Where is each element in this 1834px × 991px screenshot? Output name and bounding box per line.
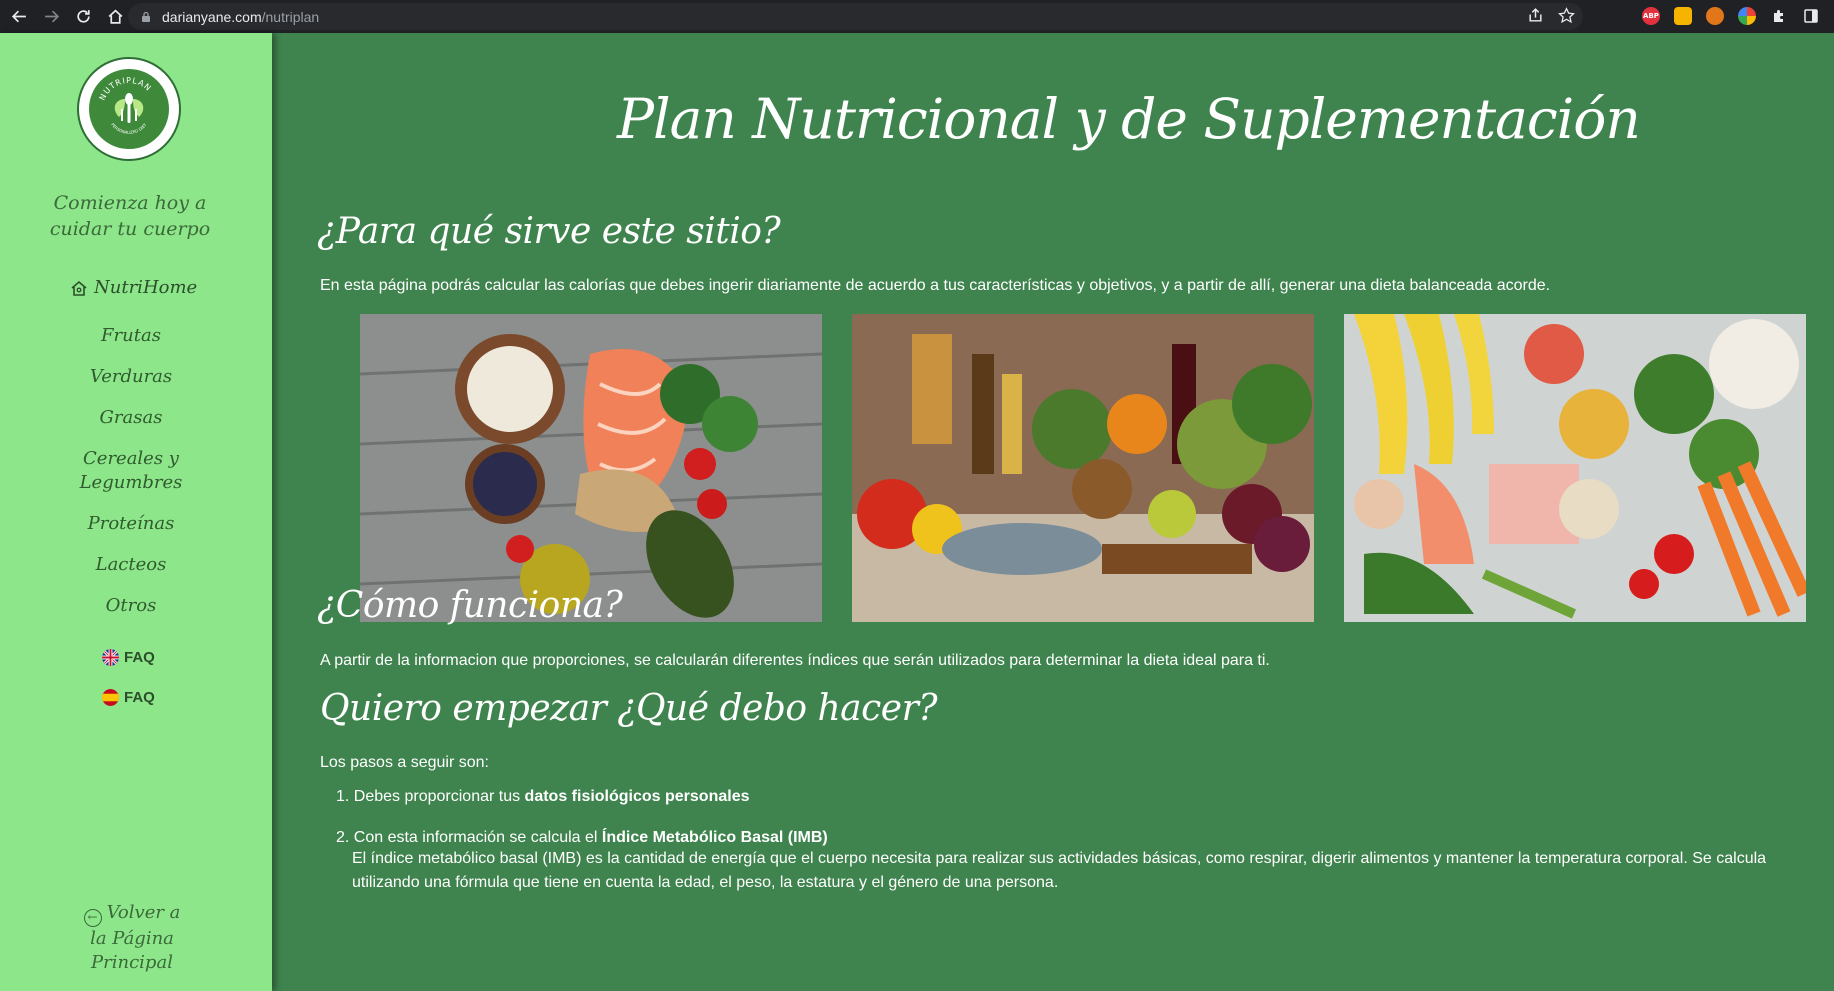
address-bar[interactable]: darianyane.com/nutriplan bbox=[128, 3, 1583, 30]
sidebar-item-nutrihome[interactable]: NutriHome bbox=[70, 277, 197, 298]
section-heading-how: ¿Cómo funciona? bbox=[317, 585, 623, 626]
home-icon[interactable] bbox=[102, 4, 128, 30]
lock-icon bbox=[142, 11, 150, 22]
food-image-1 bbox=[360, 314, 822, 622]
faq-spanish-link[interactable]: FAQ bbox=[102, 689, 155, 706]
sidebar-item-otros[interactable]: Otros bbox=[0, 595, 262, 616]
main-content: Plan Nutricional y de Suplementación ¿Pa… bbox=[272, 33, 1834, 991]
keep-icon[interactable] bbox=[1674, 7, 1692, 25]
faq-english-link[interactable]: FAQ bbox=[102, 649, 155, 666]
steps-intro: Los pasos a seguir son: bbox=[320, 754, 489, 771]
step-1: 1. Debes proporcionar tus datos fisiológ… bbox=[336, 788, 750, 805]
star-icon[interactable] bbox=[1558, 7, 1575, 24]
puzzle-extensions-icon[interactable] bbox=[1770, 7, 1788, 25]
uk-flag-icon bbox=[102, 649, 119, 666]
metamask-icon[interactable] bbox=[1706, 7, 1724, 25]
home-icon bbox=[71, 280, 87, 296]
sidebar-item-proteinas[interactable]: Proteínas bbox=[0, 513, 262, 534]
back-arrow-icon[interactable] bbox=[6, 4, 32, 30]
sidebar-item-legumbres[interactable]: Legumbres bbox=[0, 472, 262, 493]
section-text-purpose: En esta página podrás calcular las calor… bbox=[320, 277, 1551, 294]
forward-arrow-icon[interactable] bbox=[38, 4, 64, 30]
sidebar: NUTRIPLAN PERSONALIZED DIET Comienza hoy… bbox=[0, 33, 272, 991]
reload-icon[interactable] bbox=[70, 4, 96, 30]
sidebar-item-grasas[interactable]: Grasas bbox=[0, 407, 262, 428]
sidebar-tagline: Comienza hoy a cuidar tu cuerpo bbox=[49, 192, 211, 240]
page-title: Plan Nutricional y de Suplementación bbox=[617, 87, 1641, 151]
leaf-fork-icon: NUTRIPLAN PERSONALIZED DIET bbox=[98, 76, 153, 135]
sidebar-item-frutas[interactable]: Frutas bbox=[0, 325, 262, 346]
url-text: darianyane.com/nutriplan bbox=[162, 8, 320, 25]
food-image-3 bbox=[1344, 314, 1806, 622]
section-heading-purpose: ¿Para qué sirve este sitio? bbox=[317, 211, 781, 252]
svg-text:PERSONALIZED DIET: PERSONALIZED DIET bbox=[110, 122, 148, 135]
sidebar-item-verduras[interactable]: Verduras bbox=[0, 366, 262, 387]
step-2-detail: El índice metabólico basal (IMB) es la c… bbox=[352, 850, 1767, 891]
browser-toolbar: darianyane.com/nutriplan ABP bbox=[0, 0, 1834, 33]
adblock-icon[interactable]: ABP bbox=[1642, 7, 1660, 25]
share-icon[interactable] bbox=[1527, 7, 1544, 24]
back-circle-arrow-icon: ← bbox=[83, 909, 102, 927]
food-image-2 bbox=[852, 314, 1314, 622]
nutriplan-logo[interactable]: NUTRIPLAN PERSONALIZED DIET bbox=[77, 57, 181, 161]
section-heading-start: Quiero empezar ¿Qué debo hacer? bbox=[320, 688, 938, 729]
colorful-extension-icon[interactable] bbox=[1738, 7, 1756, 25]
back-to-main-link[interactable]: ← Volver a la Página Principal bbox=[72, 901, 192, 975]
spain-flag-icon bbox=[102, 689, 119, 706]
sidepanel-icon[interactable] bbox=[1802, 7, 1820, 25]
section-text-how: A partir de la informacion que proporcio… bbox=[320, 652, 1270, 669]
sidebar-item-lacteos[interactable]: Lacteos bbox=[0, 554, 262, 575]
sidebar-item-cereales[interactable]: Cereales y bbox=[0, 448, 262, 469]
